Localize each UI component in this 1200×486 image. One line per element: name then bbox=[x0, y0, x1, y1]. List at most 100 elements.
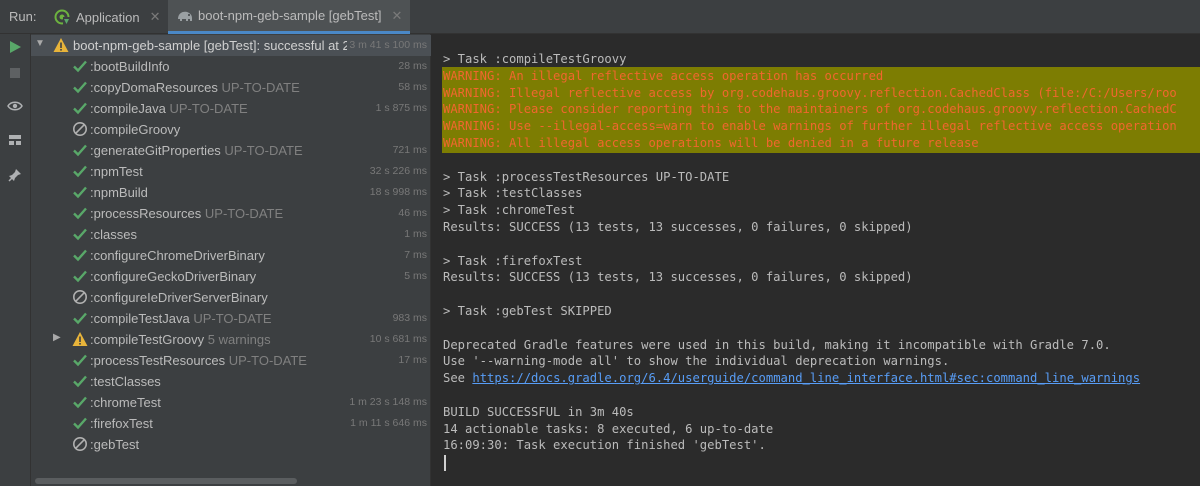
task-label: :testClasses bbox=[90, 374, 161, 389]
console-line: > Task :testClasses bbox=[443, 185, 582, 202]
collapse-arrow-icon[interactable]: ▶ bbox=[53, 332, 61, 343]
docs-link[interactable]: https://docs.gradle.org/6.4/userguide/co… bbox=[472, 371, 1140, 385]
task-label: :npmTest bbox=[90, 164, 143, 179]
task-name: :classes bbox=[90, 227, 137, 242]
task-name: :npmTest bbox=[90, 164, 143, 179]
task-name: :compileTestGroovy bbox=[90, 332, 205, 347]
close-icon[interactable]: ✕ bbox=[150, 9, 161, 25]
tree-row[interactable]: :npmBuild 18 s 998 ms bbox=[31, 182, 431, 203]
tree-row[interactable]: :generateGitProperties UP-TO-DATE 721 ms bbox=[31, 140, 431, 161]
console-line-text: > Task :firefoxTest bbox=[443, 253, 583, 268]
task-name: :processResources bbox=[90, 206, 202, 221]
task-name: :configureChromeDriverBinary bbox=[90, 248, 265, 263]
console-line-text: See bbox=[443, 371, 473, 386]
task-name: :processTestResources bbox=[90, 353, 226, 368]
tree-row[interactable]: :compileTestJava UP-TO-DATE 983 ms bbox=[31, 308, 431, 329]
console-line-text: 14 actionable tasks: 8 executed, 6 up-to… bbox=[443, 421, 774, 436]
console-line-text: WARNING: An illegal reflective access op… bbox=[443, 68, 884, 83]
console-line: 14 actionable tasks: 8 executed, 6 up-to… bbox=[443, 421, 773, 438]
task-duration: 10 s 681 ms bbox=[369, 333, 427, 345]
check-icon bbox=[72, 415, 88, 431]
tree-row[interactable]: :testClasses bbox=[31, 371, 431, 392]
console-line: Results: SUCCESS (13 tests, 13 successes… bbox=[443, 219, 913, 236]
task-label: :classes bbox=[90, 227, 137, 242]
console-line: Deprecated Gradle features were used in … bbox=[443, 337, 1111, 354]
task-label: :compileTestGroovy 5 warnings bbox=[90, 332, 271, 347]
console-line-text: Results: SUCCESS (13 tests, 13 successes… bbox=[443, 220, 913, 234]
task-duration: 5 ms bbox=[404, 270, 427, 282]
horizontal-scrollbar[interactable] bbox=[35, 478, 297, 484]
tree-row[interactable]: ▶ :compileTestGroovy 5 warnings 10 s 681 m… bbox=[31, 329, 431, 350]
check-icon bbox=[72, 310, 88, 326]
eye-icon bbox=[7, 97, 23, 116]
tree-row[interactable]: :configureChromeDriverBinary 7 ms bbox=[31, 245, 431, 266]
pin-tab-button[interactable] bbox=[5, 166, 25, 186]
console-line-text: WARNING: Please consider reporting this … bbox=[443, 102, 1177, 117]
tab-gradle-run[interactable]: boot-npm-geb-sample [gebTest] ✕ bbox=[168, 0, 411, 34]
task-label: :copyDomaResources UP-TO-DATE bbox=[90, 80, 300, 95]
console-line-text: > Task :compileTestGroovy bbox=[443, 52, 627, 66]
layout-icon bbox=[8, 131, 22, 150]
rerun-button[interactable] bbox=[5, 38, 25, 58]
tab-application-label: Application bbox=[76, 9, 140, 25]
expand-arrow-icon[interactable]: ▼ bbox=[35, 38, 45, 49]
console-line: See https://docs.gradle.org/6.4/userguid… bbox=[443, 370, 1140, 387]
task-status-note: 5 warnings bbox=[204, 332, 271, 347]
task-label: :processResources UP-TO-DATE bbox=[90, 206, 283, 221]
tree-row[interactable]: :chromeTest 1 m 23 s 148 ms bbox=[31, 392, 431, 413]
tree-row[interactable]: :gebTest bbox=[31, 434, 431, 455]
task-status-note: UP-TO-DATE bbox=[189, 311, 272, 326]
tree-row[interactable]: :compileJava UP-TO-DATE 1 s 875 ms bbox=[31, 98, 431, 119]
tree-row[interactable]: :processTestResources UP-TO-DATE 17 ms bbox=[31, 350, 431, 371]
console-line-text: WARNING: Illegal reflective access by or… bbox=[443, 85, 1177, 100]
tab-application[interactable]: Application ✕ bbox=[46, 0, 169, 34]
tree-row[interactable]: :configureIeDriverServerBinary bbox=[31, 287, 431, 308]
skipped-icon bbox=[72, 436, 88, 452]
task-label: :configureGeckoDriverBinary bbox=[90, 269, 256, 284]
task-label: :configureChromeDriverBinary bbox=[90, 248, 265, 263]
tree-row[interactable]: :npmTest 32 s 226 ms bbox=[31, 161, 431, 182]
task-duration: 17 ms bbox=[398, 354, 427, 366]
tree-row[interactable]: :configureGeckoDriverBinary 5 ms bbox=[31, 266, 431, 287]
task-duration: 28 ms bbox=[398, 60, 427, 72]
console-line-text: > Task :chromeTest bbox=[443, 203, 576, 218]
warning-icon bbox=[53, 37, 69, 53]
console-line-text: Use '--warning-mode all' to show the ind… bbox=[443, 354, 950, 369]
task-label: :configureIeDriverServerBinary bbox=[90, 290, 268, 305]
console-warning-line: WARNING: All illegal access operations w… bbox=[443, 135, 979, 152]
console-line-text: > Task :testClasses bbox=[443, 186, 583, 201]
console-line-text: BUILD SUCCESSFUL in 3m 40s bbox=[443, 404, 634, 419]
console-line-text: WARNING: All illegal access operations w… bbox=[443, 136, 979, 150]
close-icon[interactable]: ✕ bbox=[392, 8, 403, 24]
skipped-icon bbox=[72, 121, 88, 137]
tree-row[interactable]: :bootBuildInfo 28 ms bbox=[31, 56, 431, 77]
task-name: :configureGeckoDriverBinary bbox=[90, 269, 257, 284]
layout-button[interactable] bbox=[5, 130, 25, 150]
task-label: :generateGitProperties UP-TO-DATE bbox=[90, 143, 303, 158]
task-name: :chromeTest bbox=[90, 395, 161, 410]
console-line: > Task :chromeTest bbox=[443, 202, 575, 219]
gradle-elephant-icon bbox=[176, 8, 192, 24]
console-line: BUILD SUCCESSFUL in 3m 40s bbox=[443, 404, 634, 421]
tree-root-row[interactable]: ▼ boot-npm-geb-sample [gebTest]: successf… bbox=[31, 35, 431, 56]
tab-gradle-run-label: boot-npm-geb-sample [gebTest] bbox=[198, 8, 382, 23]
task-duration: 18 s 998 ms bbox=[369, 186, 427, 198]
task-duration: 983 ms bbox=[392, 312, 427, 324]
tree-row[interactable]: :copyDomaResources UP-TO-DATE 58 ms bbox=[31, 77, 431, 98]
console-output[interactable]: > Task :compileTestGroovy WARNING: An ill… bbox=[432, 34, 1200, 486]
check-icon bbox=[72, 352, 88, 368]
task-duration: 1 m 23 s 148 ms bbox=[349, 396, 427, 408]
check-icon bbox=[72, 184, 88, 200]
console-line: > Task :gebTest SKIPPED bbox=[443, 303, 612, 320]
console-line: Results: SUCCESS (13 tests, 13 successes… bbox=[443, 269, 913, 286]
tree-row[interactable]: :classes 1 ms bbox=[31, 224, 431, 245]
task-duration: 46 ms bbox=[398, 207, 427, 219]
tree-row[interactable]: :compileGroovy bbox=[31, 119, 431, 140]
skipped-icon bbox=[72, 289, 88, 305]
tree-row[interactable]: :processResources UP-TO-DATE 46 ms bbox=[31, 203, 431, 224]
toggle-view-button[interactable] bbox=[5, 96, 25, 116]
console-line-text: WARNING: Use --illegal-access=warn to en… bbox=[443, 119, 1177, 134]
task-label: :compileTestJava UP-TO-DATE bbox=[90, 311, 272, 326]
tree-row[interactable]: :firefoxTest 1 m 11 s 646 ms bbox=[31, 413, 431, 434]
stop-button[interactable] bbox=[5, 63, 25, 83]
